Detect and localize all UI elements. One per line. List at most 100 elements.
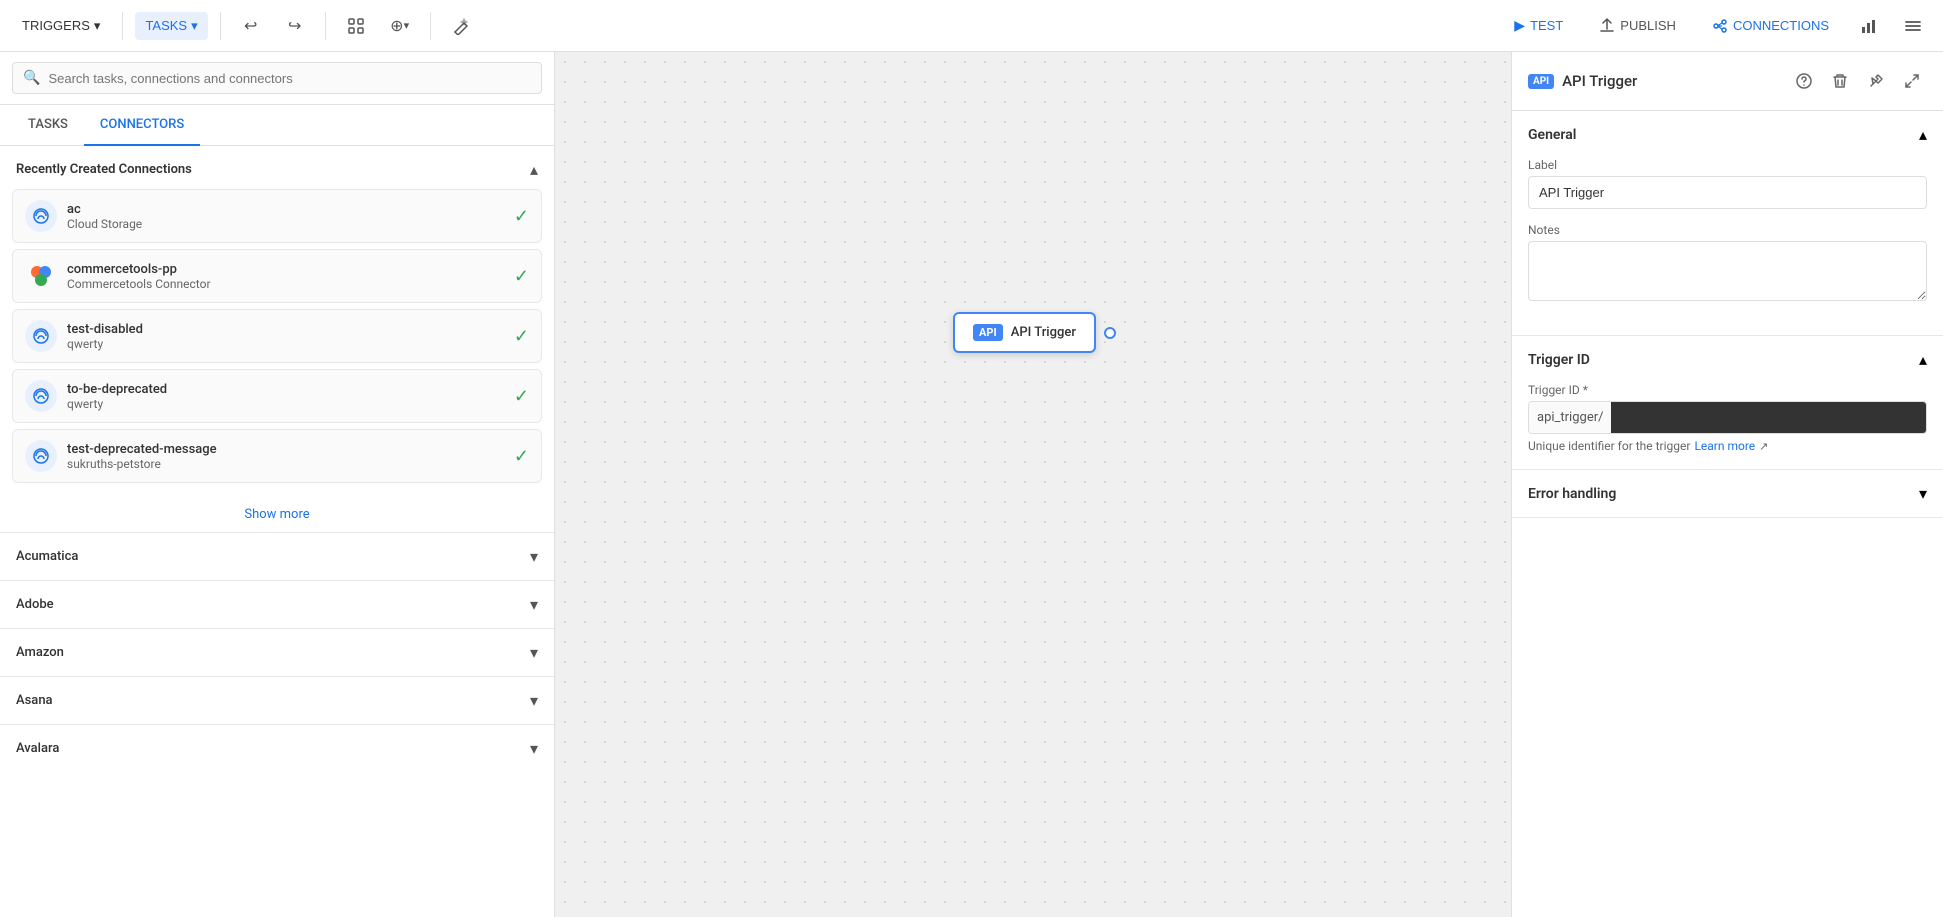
connection-icon-3 [25,320,57,352]
asana-chevron: ▾ [530,691,538,710]
list-item[interactable]: commercetools-pp Commercetools Connector… [12,249,542,303]
trigger-id-section-header[interactable]: Trigger ID ▴ [1512,336,1943,383]
triggers-btn[interactable]: TRIGGERS ▾ [12,12,110,40]
error-handling-title: Error handling [1528,486,1616,502]
expand-btn[interactable] [1897,66,1927,96]
general-section: General ▴ Label Notes [1512,111,1943,336]
right-panel-api-badge: API [1528,74,1554,89]
tasks-btn[interactable]: TASKS ▾ [135,12,207,40]
recently-created-chevron: ▴ [530,160,538,179]
list-item[interactable]: test-deprecated-message sukruths-petstor… [12,429,542,483]
right-panel: API API Trigger [1511,52,1943,917]
help-btn[interactable] [1789,66,1819,96]
error-handling-header[interactable]: Error handling ▾ [1512,470,1943,517]
right-panel-actions [1789,66,1927,96]
general-section-body: Label Notes [1512,158,1943,335]
node-output-connector [1104,327,1116,339]
wand-btn[interactable] [443,8,479,44]
label-input[interactable] [1528,176,1927,209]
tab-connectors[interactable]: CONNECTORS [84,105,200,146]
external-link-icon: ↗ [1759,440,1768,453]
auto-layout-btn[interactable] [338,8,374,44]
search-wrap[interactable]: 🔍 [12,62,542,94]
divider-1 [122,12,123,40]
trigger-id-prefix: api_trigger/ [1529,402,1611,433]
divider-3 [325,12,326,40]
node-badge: API [973,324,1003,341]
recently-created-section: Recently Created Connections ▴ [0,146,554,532]
status-check-3: ✓ [514,326,529,347]
amazon-chevron: ▾ [530,643,538,662]
test-btn[interactable]: ▶ TEST [1500,10,1577,41]
error-handling-section: Error handling ▾ [1512,470,1943,518]
tasks-label: TASKS [145,18,187,33]
trigger-id-section: Trigger ID ▴ Trigger ID * api_trigger/ U… [1512,336,1943,470]
trigger-id-hint: Unique identifier for the trigger Learn … [1528,439,1927,453]
menu-btn[interactable] [1895,8,1931,44]
label-field: Label [1528,158,1927,209]
avalara-header[interactable]: Avalara ▾ [0,725,554,772]
publish-btn[interactable]: PUBLISH [1585,11,1690,41]
general-chevron: ▴ [1919,125,1927,144]
status-check-2: ✓ [514,266,529,287]
adobe-header[interactable]: Adobe ▾ [0,581,554,628]
zoom-btn[interactable]: ⊕▾ [382,8,418,44]
connection-info-1: ac Cloud Storage [67,202,504,231]
show-more-link[interactable]: Show more [244,507,309,522]
connections-label: CONNECTIONS [1733,18,1829,33]
list-item[interactable]: test-disabled qwerty ✓ [12,309,542,363]
sidebar: 🔍 TASKS CONNECTORS Recently Created Conn… [0,52,555,917]
asana-label: Asana [16,693,53,708]
notes-field-label: Notes [1528,223,1927,237]
asana-header[interactable]: Asana ▾ [0,677,554,724]
test-label: TEST [1530,18,1563,33]
trigger-id-field-label: Trigger ID * [1528,383,1927,397]
trigger-id-body: Trigger ID * api_trigger/ Unique identif… [1512,383,1943,469]
tasks-chevron: ▾ [191,18,198,34]
triggers-label: TRIGGERS [22,18,90,33]
sidebar-search: 🔍 [0,52,554,105]
node-box: API API Trigger [953,312,1096,353]
trigger-id-title: Trigger ID [1528,352,1590,368]
search-icon: 🔍 [23,70,40,86]
amazon-header[interactable]: Amazon ▾ [0,629,554,676]
adobe-label: Adobe [16,597,54,612]
connections-btn[interactable]: CONNECTIONS [1698,11,1843,41]
asana-section: Asana ▾ [0,676,554,724]
amazon-section: Amazon ▾ [0,628,554,676]
right-panel-header: API API Trigger [1512,52,1943,111]
search-input[interactable] [48,71,531,86]
general-section-header[interactable]: General ▴ [1512,111,1943,158]
adobe-chevron: ▾ [530,595,538,614]
right-panel-title: API Trigger [1562,72,1781,90]
toolbar-right: ▶ TEST PUBLISH CONNECTIONS [1500,8,1931,44]
divider-4 [430,12,431,40]
acumatica-section: Acumatica ▾ [0,532,554,580]
delete-btn[interactable] [1825,66,1855,96]
redo-btn[interactable]: ↪ [277,8,313,44]
recently-created-header[interactable]: Recently Created Connections ▴ [0,146,554,189]
acumatica-chevron: ▾ [530,547,538,566]
undo-btn[interactable]: ↩ [233,8,269,44]
canvas-area[interactable]: API API Trigger [555,52,1511,917]
api-trigger-node[interactable]: API API Trigger [953,312,1116,353]
node-title: API Trigger [1011,325,1076,340]
learn-more-link[interactable]: Learn more [1694,439,1755,453]
avalara-chevron: ▾ [530,739,538,758]
adobe-section: Adobe ▾ [0,580,554,628]
error-handling-chevron: ▾ [1919,484,1927,503]
acumatica-header[interactable]: Acumatica ▾ [0,533,554,580]
connection-info-2: commercetools-pp Commercetools Connector [67,262,504,291]
notes-textarea[interactable] [1528,241,1927,301]
amazon-label: Amazon [16,645,64,660]
list-item[interactable]: to-be-deprecated qwerty ✓ [12,369,542,423]
main-layout: 🔍 TASKS CONNECTORS Recently Created Conn… [0,52,1943,917]
general-title: General [1528,127,1576,143]
trigger-id-input[interactable] [1611,402,1926,433]
divider-2 [220,12,221,40]
tab-tasks[interactable]: TASKS [12,105,84,146]
chart-btn[interactable] [1851,8,1887,44]
list-item[interactable]: ac Cloud Storage ✓ [12,189,542,243]
connection-icon-5 [25,440,57,472]
pin-btn[interactable] [1861,66,1891,96]
